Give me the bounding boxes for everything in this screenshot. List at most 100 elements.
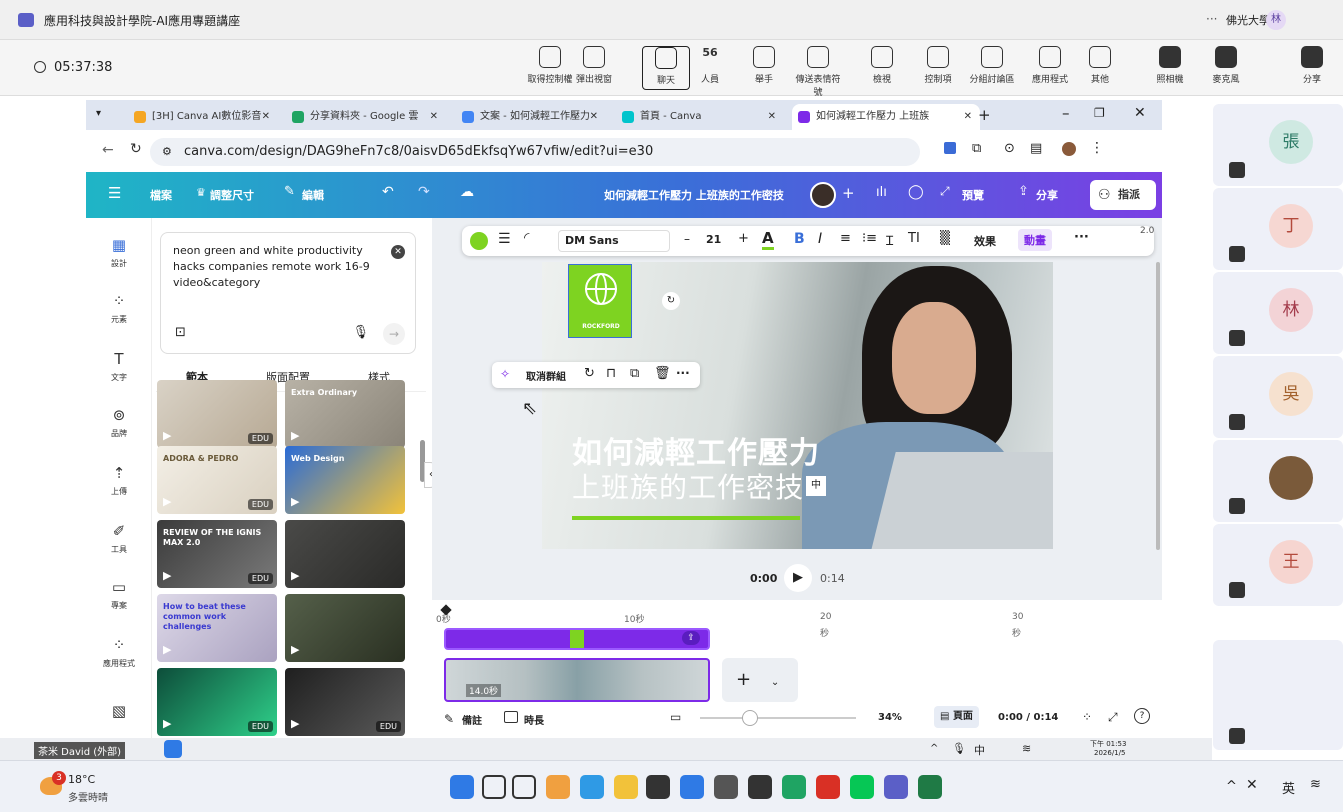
url-field[interactable]: canva.com/design/DAG9heFn7c8/0aisvD65dEk…: [150, 138, 920, 166]
browser-tab[interactable]: 首頁 - Canva ✕: [616, 104, 784, 130]
design-title[interactable]: 如何減輕工作壓力 上班族的工作密技: [604, 187, 784, 203]
browser-tab[interactable]: 文案 - 如何減輕工作壓力 ✕: [456, 104, 606, 130]
rail-elements[interactable]: ⁘ 元素: [86, 292, 152, 325]
add-collaborator-icon[interactable]: +: [842, 184, 855, 202]
undo-icon[interactable]: ↶: [382, 184, 394, 200]
logo-block[interactable]: ROCKFORD: [568, 264, 632, 338]
submit-arrow-icon[interactable]: →: [383, 323, 405, 345]
browser-menu-icon[interactable]: ⋮: [1090, 140, 1104, 156]
extension-icon[interactable]: [944, 142, 956, 154]
rail-brand[interactable]: ⊚ 品牌: [86, 406, 152, 439]
sidepanel-icon[interactable]: ▤: [1030, 141, 1042, 156]
toolbar-emoji-button[interactable]: 傳送表情符號: [794, 46, 842, 98]
chevron-up-icon[interactable]: ^: [930, 743, 938, 754]
template-thumbnail[interactable]: ▶: [285, 594, 405, 662]
insights-icon[interactable]: ılı: [876, 185, 887, 200]
file-menu[interactable]: 檔案: [150, 187, 172, 203]
close-window-button[interactable]: ✕: [1134, 105, 1146, 121]
font-size-increase[interactable]: +: [738, 231, 749, 246]
align-lines-icon[interactable]: ☰: [498, 231, 511, 247]
close-tab-icon[interactable]: ✕: [262, 104, 270, 130]
toolbar-apps-button[interactable]: 應用程式: [1026, 46, 1074, 85]
chrome-icon[interactable]: [782, 775, 806, 799]
rail-text[interactable]: T 文字: [86, 350, 152, 383]
toolbar-view-button[interactable]: 檢視: [858, 46, 906, 85]
lens-icon[interactable]: ⊙: [1004, 141, 1015, 156]
user-avatar[interactable]: 林: [1266, 10, 1286, 30]
editor-scrollbar[interactable]: [1156, 262, 1160, 550]
excel-icon[interactable]: [918, 775, 942, 799]
toolbar-chat-button[interactable]: 聊天: [642, 46, 690, 90]
bold-icon[interactable]: B: [794, 231, 805, 247]
rotate-handle-icon[interactable]: ↻: [662, 292, 680, 310]
toolbar-raise-hand-button[interactable]: 舉手: [740, 46, 788, 85]
italic-icon[interactable]: I: [818, 231, 822, 247]
more-icon[interactable]: ···: [1206, 12, 1217, 26]
template-thumbnail[interactable]: ▶ EDU: [157, 380, 277, 448]
delete-icon[interactable]: 🗑: [654, 366, 671, 381]
new-tab-button[interactable]: +: [978, 106, 991, 124]
toolbar-people-button[interactable]: 56 人員: [686, 46, 734, 85]
transparency-icon[interactable]: ▒: [940, 231, 950, 246]
share-button[interactable]: 分享: [1036, 187, 1058, 203]
extensions-puzzle-icon[interactable]: ⧉: [972, 141, 981, 156]
help-icon[interactable]: ?: [1134, 708, 1150, 724]
fullscreen-icon[interactable]: ⤢: [1108, 710, 1118, 725]
align-icon[interactable]: ≡: [840, 231, 851, 246]
restore-button[interactable]: ❐: [1094, 106, 1105, 120]
toolbar-breakout-button[interactable]: 分組討論區: [968, 46, 1016, 85]
spacing-icon[interactable]: Ɪ: [886, 231, 893, 249]
zoom-slider-handle[interactable]: [742, 710, 758, 726]
search-icon[interactable]: [482, 775, 506, 799]
template-thumbnail[interactable]: ▶ EDU: [285, 668, 405, 736]
curve-icon[interactable]: ◜: [524, 230, 529, 246]
zoom-slider[interactable]: [700, 717, 856, 719]
slide-canvas[interactable]: ROCKFORD ↻ 如何減輕工作壓力 上班族的工作密技 中: [542, 262, 1053, 549]
close-tab-icon[interactable]: ✕: [430, 104, 438, 130]
list-icon[interactable]: ⁝≡: [862, 231, 877, 246]
template-thumbnail[interactable]: ▶ How to beat these common work challenge…: [157, 594, 277, 662]
text-case-icon[interactable]: TI: [908, 231, 920, 246]
participant-tile[interactable]: [1213, 640, 1343, 750]
line-icon[interactable]: [850, 775, 874, 799]
text-color-icon[interactable]: A: [762, 229, 774, 250]
text-color-swatch[interactable]: [470, 232, 488, 250]
browser-tab[interactable]: [3H] Canva AI數位影音 ✕: [128, 104, 278, 130]
lock-icon[interactable]: ⊓: [606, 366, 616, 381]
toolbar-controls-button[interactable]: 控制項: [914, 46, 962, 85]
toolbar-camera-off-button[interactable]: 照相機: [1146, 46, 1194, 85]
rail-design[interactable]: ▦ 設計: [86, 236, 152, 269]
windows-start-icon[interactable]: [450, 775, 474, 799]
toolbar-more-button[interactable]: 其他: [1076, 46, 1124, 85]
duplicate-icon[interactable]: ⧉: [630, 366, 639, 381]
browser-tab[interactable]: 分享資料夾 - Google 雲 ✕: [286, 104, 446, 130]
rail-apps[interactable]: ⁘ 應用程式: [86, 636, 152, 669]
mic-muted-icon[interactable]: ✕: [1246, 777, 1258, 793]
animate-button[interactable]: 動畫: [1018, 229, 1052, 251]
template-thumbnail[interactable]: ▶: [285, 520, 405, 588]
close-tab-icon[interactable]: ✕: [768, 104, 776, 130]
toolbar-take-control-button[interactable]: 取得控制權: [526, 46, 574, 85]
template-thumbnail[interactable]: ▶ EDU: [157, 668, 277, 736]
participant-tile[interactable]: 林: [1213, 272, 1343, 354]
collaborator-avatar[interactable]: [810, 182, 836, 208]
participant-tile[interactable]: 張: [1213, 104, 1343, 186]
pages-button[interactable]: ▤ 頁面: [934, 706, 979, 728]
network-icon[interactable]: ≋: [1310, 777, 1321, 792]
file-explorer-icon[interactable]: [512, 775, 536, 799]
font-size-decrease[interactable]: –: [684, 232, 690, 246]
preview-button[interactable]: 預覽: [962, 187, 984, 203]
opera-icon[interactable]: [816, 775, 840, 799]
browser-tab[interactable]: 如何減輕工作壓力 上班族 ✕: [792, 104, 980, 130]
vscode-icon[interactable]: [680, 775, 704, 799]
ungroup-button[interactable]: 取消群組: [526, 368, 566, 383]
play-button[interactable]: ▶: [784, 564, 812, 592]
rail-magic[interactable]: ▧: [86, 702, 152, 724]
menu-hamburger-icon[interactable]: ☰: [108, 184, 121, 202]
template-thumbnail[interactable]: ▶ REVIEW OF THE IGNIS MAX 2.0 EDU: [157, 520, 277, 588]
add-page-button[interactable]: + ⌄: [722, 658, 798, 702]
audio-upload-icon[interactable]: ⇪: [682, 631, 700, 645]
app-icon[interactable]: [646, 775, 670, 799]
duration-button[interactable]: 時長: [524, 712, 544, 727]
browser-app-icon[interactable]: [580, 775, 604, 799]
